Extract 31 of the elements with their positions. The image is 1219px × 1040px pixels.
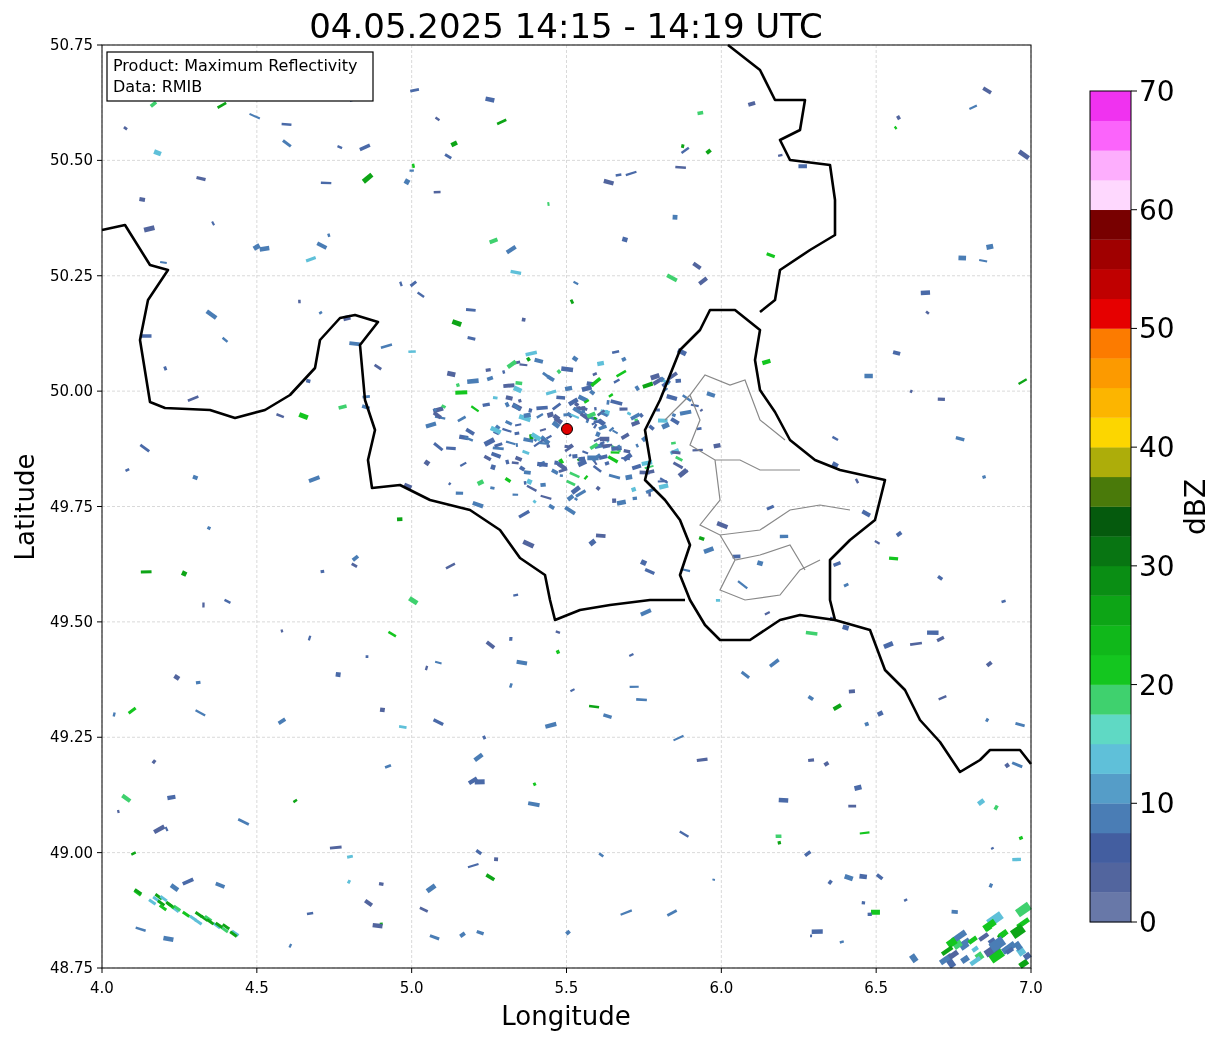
- y-axis-label: Latitude: [10, 453, 40, 561]
- colorbar-tick-label: 20: [1139, 668, 1175, 702]
- y-tick-label: 49.25: [50, 728, 93, 747]
- legend-text: Product: Maximum Reflectivity: [113, 56, 358, 75]
- y-tick-label: 49.50: [50, 612, 93, 631]
- colorbar-tick-label: 30: [1139, 549, 1175, 583]
- colorbar-tick-label: 40: [1139, 431, 1175, 465]
- colorbar-tick-label: 0: [1139, 906, 1157, 939]
- x-tick-label: 5.0: [399, 979, 424, 997]
- colorbar-tick-label: 70: [1139, 75, 1175, 108]
- y-tick-label: 50.00: [50, 382, 93, 401]
- y-tick-label: 48.75: [50, 959, 93, 977]
- x-tick-label: 4.5: [244, 979, 269, 997]
- y-tick-label: 50.50: [50, 151, 93, 170]
- colorbar-label: dBZ: [1179, 478, 1212, 536]
- y-tick-label: 49.00: [50, 843, 93, 862]
- y-tick-label: 50.25: [50, 266, 93, 285]
- chart-title: 04.05.2025 14:15 - 14:19 UTC: [309, 6, 823, 46]
- y-tick-label: 50.75: [50, 36, 93, 54]
- colorbar-tick-label: 50: [1139, 312, 1175, 346]
- colorbar-tick-label: 10: [1139, 787, 1175, 821]
- y-tick-label: 49.75: [50, 497, 93, 516]
- x-tick-label: 4.0: [90, 979, 114, 997]
- legend-text: Data: RMIB: [113, 77, 203, 96]
- x-axis-label: Longitude: [501, 1001, 631, 1031]
- x-tick-label: 6.5: [864, 979, 889, 997]
- x-tick-label: 6.0: [709, 979, 734, 997]
- x-tick-label: 5.5: [554, 979, 579, 997]
- x-tick-label: 7.0: [1019, 979, 1043, 997]
- radar-site-icon: [561, 423, 573, 435]
- colorbar-tick-label: 60: [1139, 193, 1175, 227]
